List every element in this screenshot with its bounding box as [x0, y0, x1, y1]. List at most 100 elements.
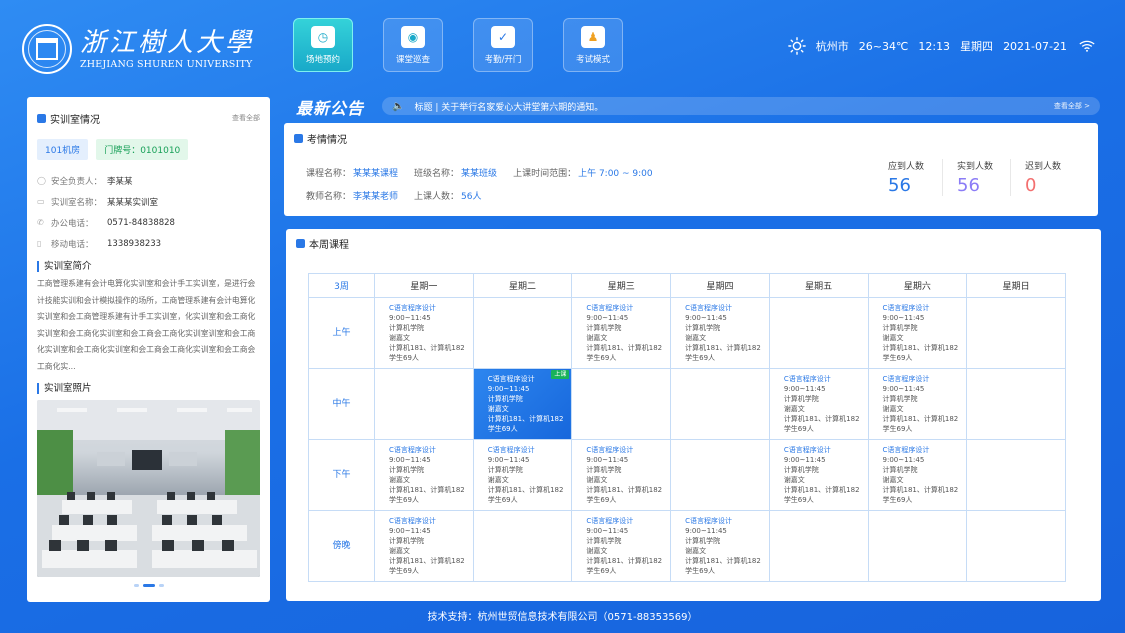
- course-classes: 计算机181、计算机182: [685, 557, 761, 565]
- news-text[interactable]: 标题 | 关于举行名家爱心大讲堂第六期的通知。: [414, 100, 603, 113]
- course-time: 9:00~11:45: [586, 314, 629, 322]
- course-teacher: 谢嘉文: [389, 334, 410, 342]
- carousel-dot[interactable]: [158, 584, 164, 587]
- nav-attendance-door-button[interactable]: ✓ 考勤/开门: [473, 18, 533, 72]
- empty-cell: [966, 368, 1066, 440]
- course-cell[interactable]: C语言程序设计 9:00~11:45 计算机学院 谢嘉文 计算机181、计算机182 学生…: [768, 368, 869, 440]
- course-cell[interactable]: C语言程序设计 9:00~11:45 计算机学院 谢嘉文 计算机181、计算机182 学生…: [670, 510, 770, 582]
- speaker-icon: 🔈: [392, 100, 405, 112]
- course-cell[interactable]: C语言程序设计 9:00~11:45 计算机学院 谢嘉文 计算机181、计算机182 学生…: [670, 297, 770, 369]
- schedule-title: 本周课程: [309, 239, 349, 251]
- empty-cell: [966, 297, 1066, 369]
- course-cell[interactable]: C语言程序设计 9:00~11:45 计算机学院 谢嘉文 计算机181、计算机182 学生…: [768, 439, 869, 511]
- course-college: 计算机学院: [783, 466, 819, 474]
- course-cell[interactable]: C语言程序设计 9:00~11:45 计算机学院 谢嘉文 计算机181、计算机182 学生…: [571, 510, 672, 582]
- main-nav: ◷ 场地预约 ◉ 课堂巡查 ✓ 考勤/开门 ♟ 考试模式: [293, 18, 653, 72]
- period-label: 中午: [308, 368, 375, 440]
- course-cell[interactable]: C语言程序设计 9:00~11:45 计算机学院 谢嘉文 计算机181、计算机182 学生…: [374, 297, 474, 369]
- day-header: 星期四: [670, 273, 770, 298]
- course-teacher: 谢嘉文: [882, 476, 904, 484]
- course-name: C语言程序设计: [389, 446, 436, 454]
- course-classes: 计算机181、计算机182: [487, 415, 564, 423]
- empty-cell: [670, 368, 770, 440]
- course-students: 学生69人: [882, 354, 913, 362]
- phone-icon: ✆: [37, 218, 44, 227]
- week-label: 3周: [308, 273, 375, 298]
- course-classes: 计算机181、计算机182: [586, 344, 663, 352]
- day-header: 星期三: [571, 273, 672, 298]
- course-teacher: 谢嘉文: [487, 405, 509, 413]
- photo-carousel-dots[interactable]: [37, 584, 260, 587]
- calendar-clock-icon: ◷: [311, 25, 335, 48]
- course-classes: 计算机181、计算机182: [783, 415, 860, 423]
- course-cell[interactable]: C语言程序设计 9:00~11:45 计算机学院 谢嘉文 计算机181、计算机182 学生…: [374, 439, 474, 511]
- empty-cell: [374, 368, 474, 440]
- course-cell[interactable]: C语言程序设计 9:00~11:45 计算机学院 谢嘉文 计算机181、计算机182 学生…: [472, 439, 573, 511]
- course-students: 学生69人: [685, 354, 716, 362]
- news-bar[interactable]: 🔈 标题 | 关于举行名家爱心大讲堂第六期的通知。 查看全部 >: [382, 97, 1100, 115]
- nav-exam-mode-button[interactable]: ♟ 考试模式: [563, 18, 623, 72]
- course-college: 计算机学院: [783, 395, 819, 403]
- course-college: 计算机学院: [487, 466, 523, 474]
- course-college: 计算机学院: [685, 324, 721, 332]
- course-cell[interactable]: C语言程序设计 9:00~11:45 计算机学院 谢嘉文 计算机181、计算机182 学生…: [867, 297, 968, 369]
- room-icon: [37, 113, 46, 123]
- nav-class-patrol-button[interactable]: ◉ 课堂巡查: [383, 18, 443, 72]
- schedule-grid: 3周 星期一 星期二 星期三 星期四 星期五 星期六 星期日 上午 C语言程序设计…: [308, 273, 1066, 582]
- empty-cell: [768, 510, 869, 582]
- news-view-all-link[interactable]: 查看全部 >: [1054, 101, 1090, 111]
- nav-venue-booking-button[interactable]: ◷ 场地预约: [293, 18, 353, 72]
- camera-icon: ◉: [401, 25, 425, 48]
- course-teacher: 谢嘉文: [783, 405, 805, 413]
- period-label: 上午: [308, 297, 375, 369]
- course-cell[interactable]: C语言程序设计 9:00~11:45 计算机学院 谢嘉文 计算机181、计算机182 学生…: [571, 297, 672, 369]
- course-students: 学生69人: [389, 567, 419, 575]
- course-name: C语言程序设计: [586, 517, 634, 525]
- course-college: 计算机学院: [389, 324, 424, 332]
- info-safety-officer: ◯ 安全负责人： 李某某: [37, 176, 133, 187]
- course-name: C语言程序设计: [685, 304, 732, 312]
- course-cell[interactable]: C语言程序设计 9:00~11:45 计算机学院 谢嘉文 计算机181、计算机182 学生…: [374, 510, 474, 582]
- carousel-dot-active[interactable]: [142, 584, 155, 587]
- course-students: 学生69人: [487, 496, 518, 504]
- course-time: 9:00~11:45: [389, 527, 431, 535]
- course-teacher: 谢嘉文: [685, 334, 707, 342]
- status-bar: 杭州市 26~34℃ 12:13 星期四 2021-07-21: [787, 37, 1095, 55]
- course-cell[interactable]: C语言程序设计 9:00~11:45 计算机学院 谢嘉文 计算机181、计算机182 学生…: [867, 439, 968, 511]
- stat-late: 迟到人数 0: [1010, 159, 1078, 196]
- course-name: C语言程序设计: [487, 446, 535, 454]
- course-classes: 计算机181、计算机182: [882, 415, 959, 423]
- course-time: 9:00~11:45: [586, 456, 629, 464]
- course-classes: 计算机181、计算机182: [389, 486, 465, 494]
- brand-name-en: ZHEJIANG SHUREN UNIVERSITY: [80, 59, 253, 70]
- course-teacher: 谢嘉文: [389, 547, 410, 555]
- course-time: 9:00~11:45: [882, 385, 925, 393]
- course-time: 9:00~11:45: [586, 527, 629, 535]
- person-icon: ◯: [37, 176, 46, 185]
- course-name: C语言程序设计: [685, 517, 732, 525]
- course-teacher: 谢嘉文: [882, 405, 904, 413]
- time-range-field: 上课时间范围： 上午 7:00 ~ 9:00: [513, 169, 653, 179]
- course-cell[interactable]: C语言程序设计 9:00~11:45 计算机学院 谢嘉文 计算机181、计算机182 学生…: [571, 439, 672, 511]
- room-panel-title: 实训室情况: [50, 114, 100, 126]
- course-teacher: 谢嘉文: [586, 334, 608, 342]
- info-office-phone: ✆ 办公电话： 0571-84838828: [37, 217, 175, 229]
- room-info-panel: 实训室情况 查看全部 101机房 门牌号：0101010 ◯ 安全负责人： 李某…: [27, 97, 270, 602]
- room-view-all-link[interactable]: 查看全部: [232, 113, 260, 123]
- course-classes: 计算机181、计算机182: [882, 344, 959, 352]
- course-cell[interactable]: C语言程序设计 9:00~11:45 计算机学院 谢嘉文 计算机181、计算机182 学生…: [867, 368, 968, 440]
- carousel-dot[interactable]: [133, 584, 139, 587]
- course-time: 9:00~11:45: [882, 456, 925, 464]
- course-name: C语言程序设计: [882, 304, 930, 312]
- course-name: C语言程序设计: [586, 304, 634, 312]
- course-cell[interactable]: C语言程序设计 9:00~11:45 计算机学院 谢嘉文 计算机181、计算机182 学生…: [472, 368, 573, 440]
- room-tag: 101机房: [37, 139, 89, 160]
- course-students: 学生69人: [685, 567, 716, 575]
- course-classes: 计算机181、计算机182: [586, 557, 663, 565]
- course-college: 计算机学院: [882, 324, 918, 332]
- course-teacher: 谢嘉文: [586, 547, 608, 555]
- calendar-icon: [296, 238, 305, 248]
- course-students: 学生69人: [487, 425, 518, 433]
- date: 2021-07-21: [1003, 39, 1067, 53]
- class-field: 班级名称： 某某班级: [414, 169, 498, 179]
